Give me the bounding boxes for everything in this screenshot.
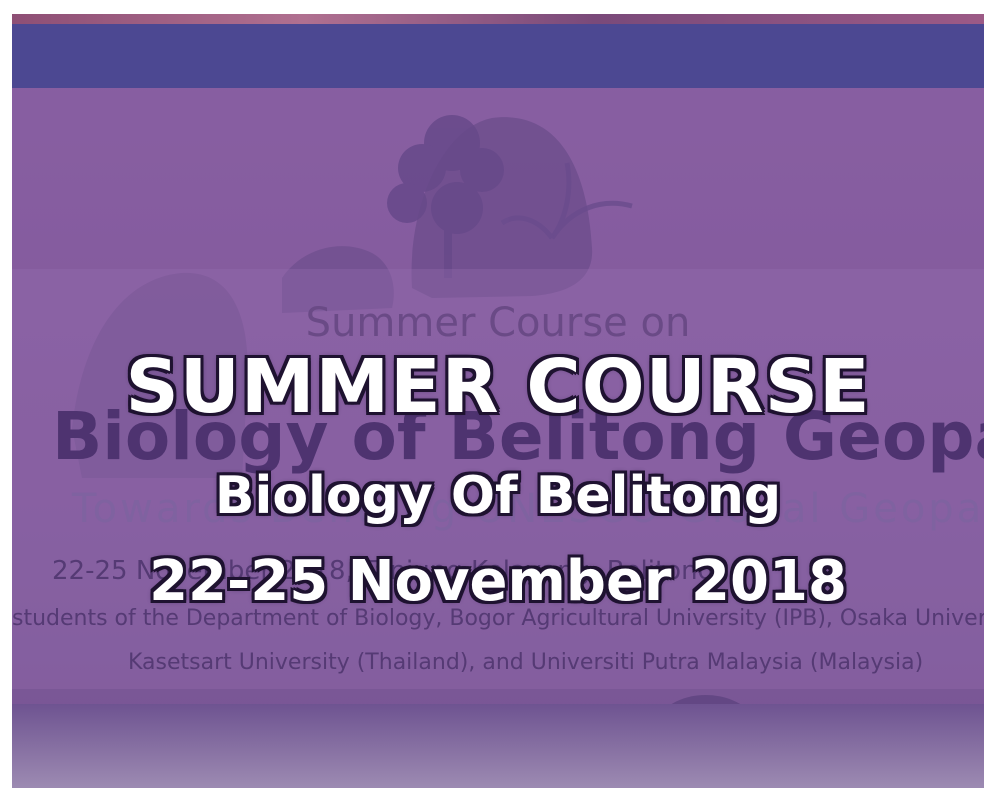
top-photo-strip: [12, 14, 984, 24]
navigation-bar: [12, 24, 984, 88]
shore-water: [12, 704, 984, 788]
page: Summer Course on Biology of Belitong Geo…: [0, 0, 1000, 804]
banner-title: SUMMER COURSE: [125, 344, 871, 430]
banner-subtitle: Biology Of Belitong: [214, 466, 782, 526]
poster-heading: Summer Course on: [305, 300, 691, 346]
poster-participants-line2: Kasetsart University (Thailand), and Uni…: [128, 650, 924, 675]
banner-image: Summer Course on Biology of Belitong Geo…: [12, 14, 984, 788]
banner-dates: 22-25 November 2018: [149, 549, 847, 614]
